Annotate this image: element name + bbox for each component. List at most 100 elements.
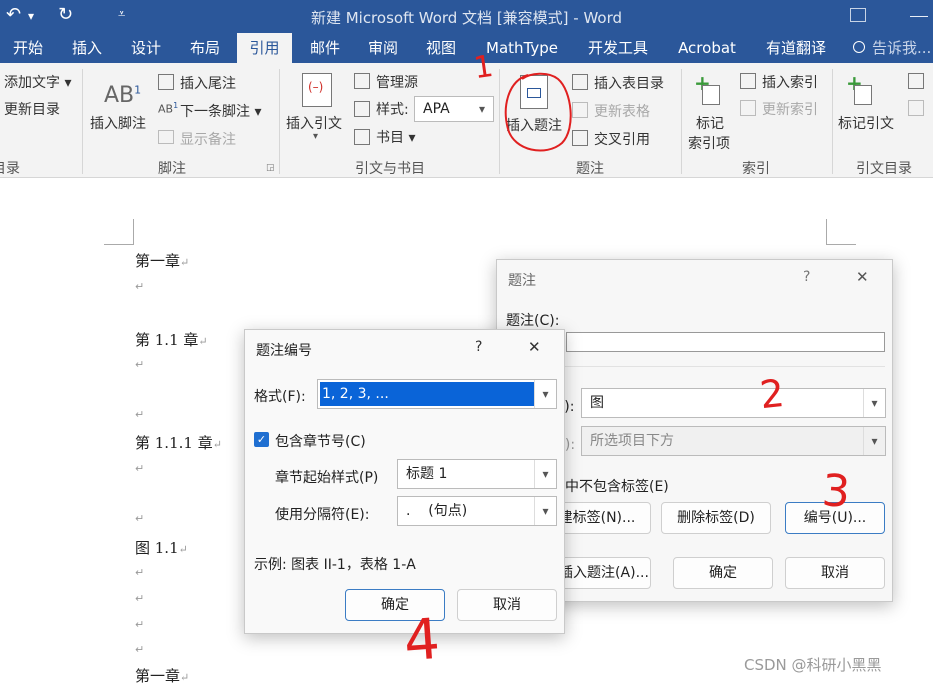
bibliography-button[interactable]: 书目 ▾: [376, 127, 415, 147]
tab-developer[interactable]: 开发工具: [578, 33, 658, 63]
include-chapter-checkbox[interactable]: ✓: [254, 432, 269, 447]
insert-footnote-icon[interactable]: AB1: [104, 83, 141, 108]
caption-label: 题注(C):: [506, 313, 560, 329]
tab-acrobat[interactable]: Acrobat: [670, 33, 744, 63]
ribbon-display-options-icon[interactable]: [850, 8, 866, 22]
margin-corner-right: [826, 219, 856, 245]
insert-citation-button[interactable]: 插入引文: [286, 113, 342, 133]
label-select[interactable]: 图 ▾: [581, 388, 886, 418]
chevron-down-icon: ▾: [534, 460, 556, 488]
tab-home[interactable]: 开始: [0, 33, 56, 63]
paragraph-mark: ↵: [135, 408, 145, 421]
tab-mailings[interactable]: 邮件: [300, 33, 350, 63]
minimize-icon[interactable]: [910, 16, 928, 17]
position-select-value: 所选项目下方: [590, 433, 674, 449]
update-toc-button[interactable]: 更新目录: [4, 99, 60, 119]
caption-dialog-title: 题注: [508, 273, 536, 289]
format-select[interactable]: 1, 2, 3, ... ▾: [317, 379, 557, 409]
tab-layout[interactable]: 布局: [180, 33, 230, 63]
insert-citation-dropdown-icon[interactable]: ▾: [313, 131, 318, 142]
insert-index-icon: [740, 73, 756, 89]
bibliography-icon: [354, 129, 370, 145]
chevron-down-icon: ▾: [478, 102, 486, 116]
toc-group-label: 目录: [0, 161, 20, 177]
insert-toa-icon[interactable]: [908, 73, 924, 89]
captions-group-label: 题注: [576, 161, 604, 177]
manage-sources-button[interactable]: 管理源: [376, 72, 418, 92]
group-separator: [832, 69, 833, 174]
insert-table-of-figures-button[interactable]: 插入表目录: [594, 73, 664, 93]
mark-entry-label-2[interactable]: 索引项: [688, 133, 730, 153]
annotation-number-2: 2: [757, 370, 787, 418]
paragraph-mark: ↵: [135, 512, 145, 525]
paragraph-mark: ↵: [135, 462, 145, 475]
insert-footnote-button[interactable]: 插入脚注: [90, 113, 146, 133]
tab-references[interactable]: 引用: [237, 33, 292, 63]
next-footnote-button[interactable]: 下一条脚注 ▾: [180, 101, 261, 121]
paragraph-mark: ↵: [135, 618, 145, 631]
manage-sources-icon[interactable]: [354, 73, 370, 89]
lightbulb-icon: [853, 41, 865, 53]
citation-style-select[interactable]: APA ▾: [414, 96, 494, 122]
mark-entry-label-1[interactable]: 标记: [696, 113, 724, 133]
paragraph-mark: ↵: [212, 438, 222, 451]
chapter-style-select[interactable]: 标题 1 ▾: [397, 459, 557, 489]
tell-me-box[interactable]: 告诉我...: [872, 33, 933, 63]
mark-citation-icon[interactable]: +: [846, 71, 874, 105]
insert-endnote-icon[interactable]: [158, 74, 174, 90]
annotation-number-3: 3: [820, 465, 852, 518]
title-bar: ↶ ▾ ↻ ⩡ 新建 Microsoft Word 文档 [兼容模式] - Wo…: [0, 0, 933, 33]
next-footnote-icon[interactable]: AB1: [158, 101, 178, 116]
ok-button[interactable]: 确定: [673, 557, 773, 589]
caption-input[interactable]: [566, 332, 885, 352]
add-text-button[interactable]: 添加文字 ▾: [4, 72, 71, 92]
tab-youdao[interactable]: 有道翻译: [756, 33, 836, 63]
show-notes-button: 显示备注: [180, 132, 236, 148]
update-index-icon: [740, 100, 756, 116]
ab-small-sup: 1: [173, 101, 179, 110]
position-select: 所选项目下方 ▾: [581, 426, 886, 456]
mark-citation-button[interactable]: 标记引文: [838, 113, 894, 133]
separator-select[interactable]: . (句点) ▾: [397, 496, 557, 526]
chevron-down-icon: ▾: [863, 427, 885, 455]
doc-line-text: 第一章: [135, 667, 181, 685]
label-select-value: 图: [590, 395, 604, 411]
ribbon-references: 添加文字 ▾ 更新目录 目录 AB1 插入脚注 插入尾注 AB1 下一条脚注 ▾…: [0, 63, 933, 178]
page-icon: [702, 85, 720, 105]
tab-design[interactable]: 设计: [120, 33, 172, 63]
style-icon: [354, 101, 370, 117]
paragraph-mark: ↵: [135, 592, 145, 605]
insert-endnote-button[interactable]: 插入尾注: [180, 73, 236, 93]
close-icon[interactable]: ✕: [856, 268, 869, 286]
ribbon-tabs: 开始 插入 设计 布局 引用 邮件 审阅 视图 MathType 开发工具 Ac…: [0, 33, 933, 63]
footnotes-group-label: 脚注: [158, 161, 186, 177]
annotation-number-4: 4: [401, 606, 442, 675]
tab-view[interactable]: 视图: [416, 33, 466, 63]
example-text: 示例: 图表 II-1，表格 1-A: [254, 557, 416, 573]
dialog-launcher-icon[interactable]: ◲: [266, 163, 275, 173]
index-group-label: 索引: [742, 161, 770, 177]
close-icon[interactable]: ✕: [528, 338, 541, 356]
delete-label-button[interactable]: 删除标签(D): [661, 502, 771, 534]
citations-group-label: 引文与书目: [355, 161, 425, 177]
insert-citation-icon[interactable]: (–): [302, 73, 332, 107]
cross-reference-button[interactable]: 交叉引用: [594, 129, 650, 149]
chapter-style-value: 标题 1: [406, 466, 448, 482]
help-icon[interactable]: ?: [803, 269, 810, 285]
mark-entry-icon[interactable]: +: [694, 71, 722, 105]
tab-review[interactable]: 审阅: [358, 33, 408, 63]
insert-index-button[interactable]: 插入索引: [762, 72, 818, 92]
cancel-button[interactable]: 取消: [785, 557, 885, 589]
paragraph-mark: ↵: [135, 358, 145, 371]
update-toa-icon: [908, 100, 924, 116]
show-notes-icon: [158, 130, 174, 144]
page-icon: [854, 85, 872, 105]
cancel-button[interactable]: 取消: [457, 589, 557, 621]
paragraph-mark: ↵: [180, 671, 190, 684]
doc-line-6: 第 1.1.1 章↵: [135, 432, 222, 453]
doc-line-text: 第一章: [135, 252, 181, 270]
help-icon[interactable]: ?: [475, 339, 482, 355]
style-label: 样式:: [376, 102, 409, 118]
separator-value: . (句点): [406, 503, 468, 519]
tab-insert[interactable]: 插入: [62, 33, 112, 63]
